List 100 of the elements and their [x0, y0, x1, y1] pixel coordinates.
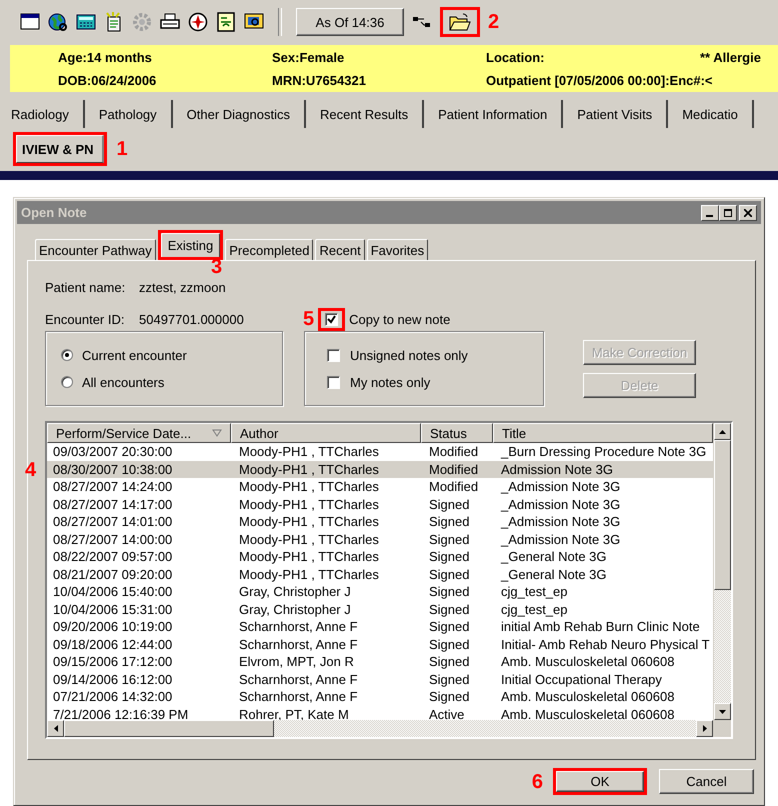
tab[interactable]: Existing — [160, 233, 220, 257]
radio-label[interactable]: All encounters — [82, 374, 164, 390]
table-cell-text: Moody-PH1 , TTCharles — [238, 478, 380, 496]
banner-field: DOB:06/24/2006 — [58, 73, 272, 88]
calculator-icon[interactable] — [76, 12, 96, 32]
column-header[interactable]: Author — [231, 423, 421, 443]
table-row[interactable]: 09/14/2006 16:12:00 Scharnhorst, Anne F Signed Initial Occupational Therapy — [47, 670, 713, 688]
close-button[interactable] — [739, 204, 757, 220]
checkbox-label[interactable]: My notes only — [350, 374, 430, 390]
globe-icon[interactable] — [48, 12, 68, 32]
table-cell-text: Signed — [428, 496, 470, 513]
table-row[interactable]: 09/20/2006 10:19:00 Scharnhorst, Anne F Signed initial Amb Rehab Burn Clinic Note — [47, 618, 713, 636]
table-cell-text: _Admission Note 3G — [500, 478, 622, 496]
column-header[interactable]: Status — [421, 423, 493, 443]
table-row[interactable]: 10/04/2006 15:31:00 Gray, Christopher J Signed cjg_test_ep — [47, 600, 713, 618]
right-arrow-icon[interactable] — [702, 725, 706, 732]
banner-field: ** Allergie — [700, 50, 778, 64]
checkbox-label[interactable]: Copy to new note — [349, 312, 450, 326]
table-cell-text: 09/20/2006 10:19:00 — [52, 618, 174, 636]
table-cell-text: 10/04/2006 15:31:00 — [52, 600, 174, 618]
table-cell-text: Signed — [428, 530, 470, 548]
table-cell-text: Elvrom, MPT, Jon R — [238, 653, 355, 670]
folder-icon[interactable] — [449, 13, 471, 31]
table-cell-text: Moody-PH1 , TTCharles — [238, 496, 380, 513]
table-cell-text: Admission Note 3G — [500, 460, 614, 478]
table-row[interactable]: 08/21/2007 09:20:00 Moody-PH1 , TTCharles Signed _General Note 3G — [47, 566, 713, 583]
tab[interactable]: Favorites — [366, 239, 428, 260]
table-cell-text: cjg_test_ep — [500, 600, 568, 618]
table-cell-text: 08/22/2007 09:57:00 — [52, 548, 174, 566]
field-label: Encounter ID: — [45, 312, 126, 326]
table-cell-text: Signed — [428, 566, 470, 583]
radio-button[interactable] — [61, 349, 73, 361]
field-value: zztest, zzmoon — [139, 280, 226, 294]
minimize-button[interactable] — [701, 204, 719, 220]
checkbox[interactable] — [325, 312, 338, 326]
table-row[interactable]: 07/21/2006 14:32:00 Scharnhorst, Anne F Signed Amb. Musculoskeletal 060608 — [47, 688, 713, 706]
table-cell-text: 07/21/2006 14:32:00 — [52, 688, 174, 706]
up-arrow-icon[interactable] — [719, 430, 726, 434]
table-cell-text: 08/21/2007 09:20:00 — [52, 566, 174, 583]
checkbox-label[interactable]: Unsigned notes only — [350, 348, 468, 362]
table-cell-text: Gray, Christopher J — [238, 600, 352, 618]
table-row[interactable]: 08/27/2007 14:01:00 Moody-PH1 , TTCharles Signed _Admission Note 3G — [47, 513, 713, 530]
table-row[interactable]: 08/27/2007 14:17:00 Moody-PH1 , TTCharles Signed _Admission Note 3G — [47, 496, 713, 513]
table-cell-text: Amb. Musculoskeletal 060608 — [500, 706, 676, 720]
as-of-button[interactable]: As Of 14:36 — [296, 8, 404, 36]
banner-field: Outpatient [07/05/2006 00:00]:Enc#:< — [486, 73, 778, 88]
compass-icon[interactable] — [188, 12, 208, 32]
radio-button[interactable] — [61, 376, 73, 388]
table-cell-text: Signed — [428, 600, 470, 618]
tab[interactable]: Precompleted — [225, 239, 314, 260]
checkbox[interactable] — [327, 348, 340, 362]
table-cell-text: Signed — [428, 688, 470, 706]
table-row[interactable]: 08/27/2007 14:00:00 Moody-PH1 , TTCharles Signed _Admission Note 3G — [47, 530, 713, 548]
maximize-icon — [724, 208, 732, 216]
table-row[interactable]: 08/30/2007 10:38:00 Moody-PH1 , TTCharles Modified Admission Note 3G — [47, 460, 713, 478]
table-cell-text: Moody-PH1 , TTCharles — [238, 513, 380, 530]
banner-field: Location: — [486, 50, 700, 64]
table-row[interactable]: 08/27/2007 14:24:00 Moody-PH1 , TTCharles Modified _Admission Note 3G — [47, 478, 713, 496]
down-arrow-icon[interactable] — [719, 710, 726, 714]
callout-number: 6 — [532, 770, 543, 792]
scrollbar-thumb[interactable] — [714, 440, 731, 590]
printer-icon[interactable] — [160, 12, 180, 32]
callout-number: 4 — [25, 458, 36, 480]
table-cell-text: _Burn Dressing Procedure Note 3G — [500, 443, 708, 460]
plug-icon[interactable] — [412, 14, 432, 30]
table-cell-text: _Admission Note 3G — [500, 513, 622, 530]
table-row[interactable]: 09/03/2007 20:30:00 Moody-PH1 , TTCharles Modified _Burn Dressing Procedure Note 3G — [47, 443, 713, 460]
close-icon — [744, 208, 752, 216]
field-label: Patient name: — [45, 280, 126, 294]
maximize-button[interactable] — [719, 204, 737, 220]
column-header[interactable]: Perform/Service Date... — [47, 423, 231, 443]
vertical-scrollbar[interactable] — [713, 423, 731, 720]
window-title: Open Note — [21, 205, 87, 220]
cancel-button[interactable]: Cancel — [659, 769, 754, 794]
tab[interactable]: IVIEW & PN — [16, 135, 104, 163]
left-arrow-icon[interactable] — [54, 725, 58, 732]
table-row[interactable]: 09/15/2006 17:12:00 Elvrom, MPT, Jon R Signed Amb. Musculoskeletal 060608 — [47, 653, 713, 670]
window-icon[interactable] — [20, 12, 40, 32]
horizontal-scrollbar[interactable] — [47, 720, 713, 737]
table-cell-text: Signed — [428, 513, 470, 530]
check-icon — [327, 314, 336, 324]
sort-arrow-icon — [212, 429, 222, 437]
table-cell-text: _General Note 3G — [500, 566, 608, 583]
scrollbar-thumb[interactable] — [64, 720, 274, 737]
column-header[interactable]: Title — [493, 423, 713, 443]
table-row[interactable]: 7/21/2006 12:16:39 PM Rohrer, PT, Kate M Active Amb. Musculoskeletal 060608 — [47, 706, 713, 720]
document-icon[interactable] — [216, 12, 236, 32]
tab[interactable]: Recent — [315, 239, 365, 260]
ok-button[interactable]: OK — [556, 771, 644, 792]
checkbox[interactable] — [327, 376, 340, 388]
tab[interactable]: Encounter Pathway — [35, 239, 156, 260]
table-cell-text: Signed — [428, 618, 470, 636]
table-cell-text: 7/21/2006 12:16:39 PM — [52, 706, 190, 720]
table-cell-text: 10/04/2006 15:40:00 — [52, 583, 174, 600]
table-cell-text: Modified — [428, 443, 480, 460]
table-row[interactable]: 10/04/2006 15:40:00 Gray, Christopher J Signed cjg_test_ep — [47, 583, 713, 600]
table-row[interactable]: 09/18/2006 12:44:00 Scharnhorst, Anne F Signed Initial- Amb Rehab Neuro Physical T — [47, 636, 713, 653]
radio-label[interactable]: Current encounter — [82, 348, 187, 362]
table-cell-text: Modified — [428, 478, 480, 496]
table-row[interactable]: 08/22/2007 09:57:00 Moody-PH1 , TTCharles Signed _General Note 3G — [47, 548, 713, 566]
